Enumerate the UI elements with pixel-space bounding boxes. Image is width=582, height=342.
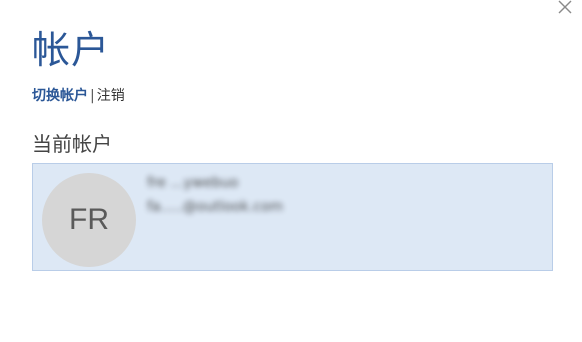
sign-out-link[interactable]: 注销: [97, 88, 125, 104]
current-account-card[interactable]: FR fre ...ywebuo fa.....@outlook.com: [32, 163, 553, 271]
switch-account-link[interactable]: 切换帐户: [32, 88, 88, 104]
avatar: FR: [42, 173, 136, 267]
link-separator: |: [90, 88, 95, 104]
account-name: fre ...ywebuo: [147, 175, 239, 191]
current-account-heading: 当前帐户: [32, 132, 112, 156]
close-icon: [558, 0, 572, 14]
account-links: 切换帐户 | 注销: [32, 86, 125, 106]
account-email: fa.....@outlook.com: [147, 199, 284, 215]
page-title: 帐户: [32, 28, 111, 72]
account-panel: 帐户 切换帐户 | 注销 当前帐户 FR fre ...ywebuo fa.....…: [0, 0, 582, 342]
close-button[interactable]: [554, 0, 576, 18]
